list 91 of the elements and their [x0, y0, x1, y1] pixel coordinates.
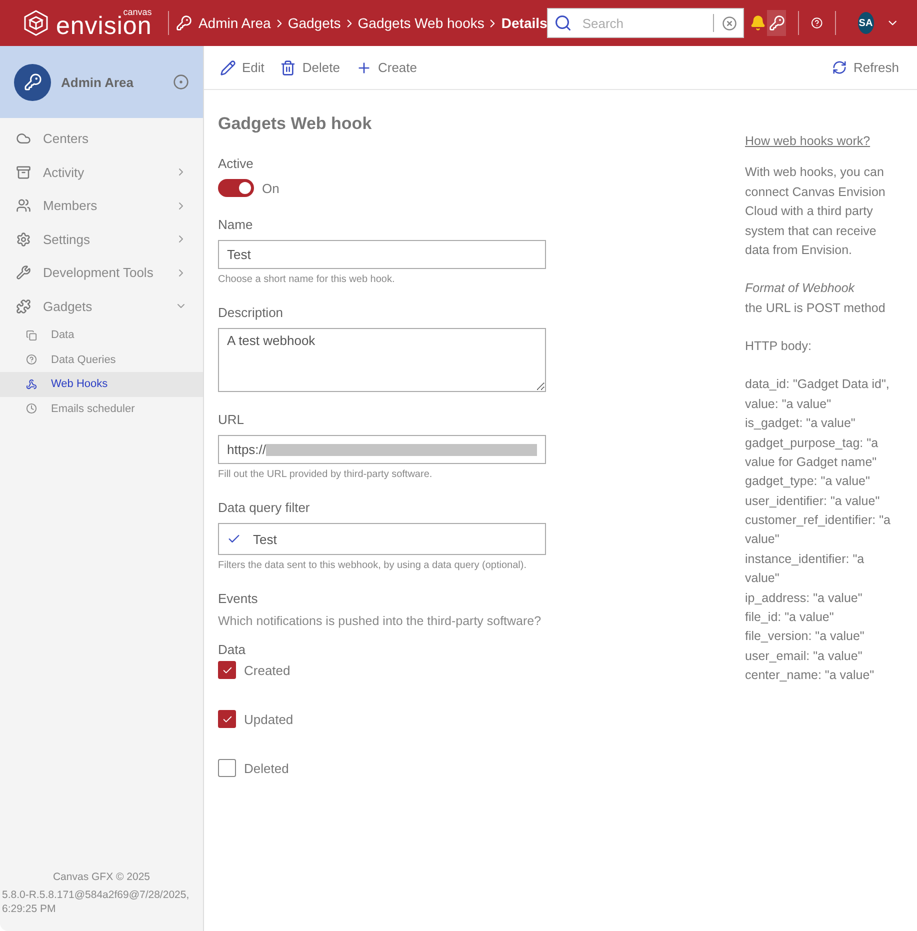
sidebar-subitem[interactable]: Data Queries — [0, 348, 203, 372]
filter-select[interactable]: Test — [218, 523, 546, 555]
version-text: 5.8.0-R.5.8.171@584a2f69@7/28/2025, 6:29:25 PM — [2, 888, 190, 917]
sidebar-title: Admin Area — [61, 74, 134, 90]
checkbox[interactable] — [218, 710, 236, 728]
user-avatar[interactable]: SA — [858, 12, 874, 34]
format-text: the URL is POST method — [745, 300, 886, 317]
admin-key-button[interactable] — [767, 10, 786, 36]
target-icon[interactable] — [173, 74, 189, 90]
sidebar-item[interactable]: Development Tools — [0, 256, 203, 290]
sidebar-item[interactable]: Gadgets — [0, 290, 203, 323]
body-field-line: value: "a value" — [745, 396, 832, 413]
cabinet-icon — [16, 164, 31, 180]
copyright-text: Canvas GFX © 2025 — [52, 870, 152, 885]
url-field[interactable]: https:// — [218, 435, 546, 464]
search-field[interactable]: Search — [547, 8, 744, 38]
sidebar-item[interactable]: Members — [0, 189, 203, 222]
body-field-line: center_name: "a value" — [745, 667, 876, 684]
clear-icon[interactable] — [722, 16, 738, 30]
toggle-label: On — [262, 180, 280, 196]
field-label: Name — [218, 217, 253, 232]
field-label: Data query filter — [218, 500, 310, 515]
field-label: Description — [218, 305, 284, 320]
body-field-line: gadget_type: "a value" — [745, 473, 871, 490]
toolbar-button[interactable]: Delete — [280, 60, 340, 76]
key-icon — [176, 15, 192, 31]
body-field-line: ip_address: "a value" — [745, 590, 864, 607]
search-icon — [554, 14, 572, 32]
tools-icon — [16, 265, 31, 280]
body-title: HTTP body: — [745, 338, 812, 355]
body-field-line: is_gadget: "a value" — [745, 415, 856, 432]
help-icon — [26, 354, 37, 366]
sidebar-subitem[interactable]: Web Hooks — [0, 372, 203, 396]
body-field-line: user_email: "a value" — [745, 648, 864, 665]
bell-icon[interactable] — [750, 15, 766, 31]
check-icon — [222, 664, 232, 676]
sidebar-item[interactable]: Settings — [0, 222, 203, 256]
logo-subtitle: canvas — [123, 8, 152, 16]
refresh-icon — [832, 60, 848, 75]
breadcrumb-link[interactable]: Gadgets — [288, 15, 341, 31]
body-field-line: instance_identifier: "a value" — [745, 550, 866, 588]
body-field-line: user_identifier: "a value" — [745, 492, 881, 510]
breadcrumb-link[interactable]: Gadgets Web hooks — [358, 15, 484, 31]
body-field-line: data_id: "Gadget Data id", — [745, 376, 890, 394]
key-icon — [14, 64, 51, 100]
puzzle-icon — [16, 298, 31, 314]
body-field-line: customer_ref_identifier: "a value" — [745, 512, 892, 548]
body-field-line: file_version: "a value" — [745, 628, 866, 646]
copy-icon — [26, 330, 37, 341]
cloud-icon — [16, 131, 31, 146]
body-field-line: file_id: "a value" — [745, 608, 835, 626]
toolbar-button[interactable]: Create — [356, 60, 418, 76]
active-toggle[interactable] — [218, 179, 254, 197]
check-icon — [222, 714, 232, 724]
field-hint: Filters the data sent to this webhook, by using a data query (optional). — [218, 560, 527, 571]
field-label: Active — [218, 156, 254, 171]
format-title: Format of Webhook — [745, 280, 856, 298]
field-label: URL — [218, 412, 244, 427]
sidebar-item[interactable]: Centers — [0, 122, 203, 156]
checkbox-label: Updated — [244, 712, 294, 726]
checkbox[interactable] — [218, 661, 236, 679]
settings-icon — [16, 232, 31, 247]
description-field[interactable]: A test webhook — [218, 328, 546, 392]
checkbox-label: Created — [244, 662, 290, 678]
body-field-line: gadget_purpose_tag: "a value for Gadget name" — [745, 434, 880, 471]
clock-icon — [26, 403, 37, 414]
logo-icon — [22, 9, 50, 37]
form-title: Gadgets Web hook — [218, 114, 372, 134]
sidebar-subitem[interactable]: Data — [0, 323, 203, 348]
events-question: Which notifications is pushed into the third-party software? — [218, 614, 542, 628]
toolbar-button[interactable]: Edit — [220, 60, 264, 76]
name-field[interactable]: Test — [218, 240, 546, 269]
breadcrumb-link[interactable]: Details — [501, 15, 548, 31]
checkbox-label: Deleted — [244, 760, 289, 776]
field-hint: Choose a short name for this web hook. — [218, 274, 395, 285]
pencil-icon — [220, 60, 236, 76]
help-intro: With web hooks, you can connect Canvas Envision Cloud with a third party system that can receive data from Envision. — [745, 164, 886, 259]
help-icon[interactable] — [811, 15, 823, 31]
breadcrumb-link[interactable]: Admin Area — [198, 15, 271, 31]
refresh-button[interactable]: Refresh — [832, 60, 899, 75]
sidebar-subitem[interactable]: Emails scheduler — [0, 396, 203, 421]
checkbox[interactable] — [218, 759, 236, 777]
field-hint: Fill out the URL provided by third-party software. — [218, 469, 432, 480]
help-link[interactable]: How web hooks work? — [745, 132, 895, 152]
webhook-icon — [26, 378, 37, 390]
group-label: Data — [218, 642, 246, 657]
section-label: Events — [218, 591, 259, 606]
sidebar-item[interactable]: Activity — [0, 156, 203, 189]
users-icon — [16, 198, 31, 214]
trash-icon — [280, 60, 296, 76]
plus-icon — [356, 60, 372, 76]
